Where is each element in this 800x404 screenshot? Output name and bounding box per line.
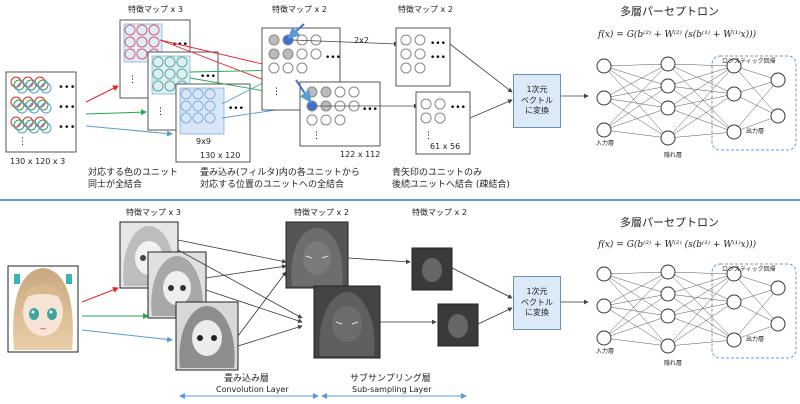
bottom-fmap2a-label: 特徴マップ x 2 — [294, 208, 349, 217]
bottom-hidden-layer: 隠れ層 — [664, 360, 683, 367]
bottom-logistic-label: ロジスティック回帰 — [722, 266, 776, 273]
bottom-pool-map-2 — [437, 303, 479, 347]
bottom-diagram-lines — [7, 221, 589, 399]
bottom-vector-l1: 1次元 — [526, 287, 548, 297]
bottom-output-layer: 出力層 — [746, 336, 765, 343]
cnn-diagram: ••• ••• ••• ⋮ ••• ⋮ ••• ⋮ — [0, 0, 800, 404]
bottom-fmap2b-label: 特徴マップ x 2 — [412, 208, 467, 217]
bottom-pool-map-1 — [411, 247, 453, 291]
bottom-vector-l3: に変換 — [525, 308, 549, 318]
bottom-conv-layer-en: Convolution Layer — [216, 385, 289, 394]
bottom-conv-map-1 — [285, 221, 349, 289]
bottom-fmap-3 — [175, 301, 239, 371]
input-image — [7, 265, 79, 353]
bottom-formula: f(x) = G(b⁽²⁾ + W⁽²⁾ (s(b⁽¹⁾ + W⁽¹⁾x))) — [598, 240, 757, 250]
bottom-conv-map-2 — [313, 285, 381, 359]
bottom-sub-layer-jp: サブサンプリング層 — [350, 374, 431, 384]
bottom-vector-l2: ベクトル — [521, 297, 553, 307]
bottom-fmap3-label: 特徴マップ x 3 — [126, 208, 181, 217]
bottom-conv-layer-jp: 畳み込み層 — [224, 374, 270, 384]
bottom-vector-box: 1次元 ベクトル に変換 — [513, 276, 561, 330]
bottom-mlp-title: 多層パーセプトロン — [620, 216, 719, 229]
bottom-input-layer: 入力層 — [596, 348, 615, 355]
bottom-sub-layer-en: Sub-sampling Layer — [352, 385, 432, 394]
